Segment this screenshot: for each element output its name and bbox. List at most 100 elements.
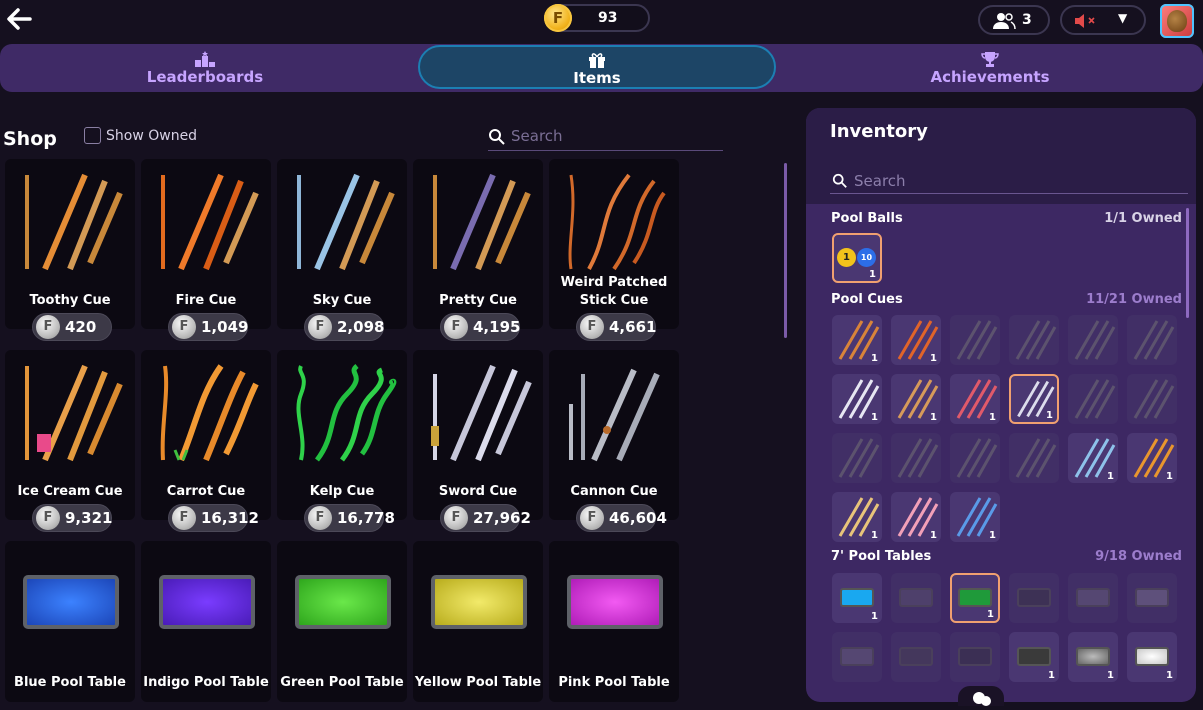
price-tag[interactable]: F 420 [32,313,112,341]
show-owned-checkbox[interactable] [84,127,101,144]
sound-toggle[interactable]: ▼ [1060,5,1146,35]
shop-item-card[interactable]: Indigo Pool Table [141,541,271,702]
inventory-slot-locked[interactable] [950,632,1000,682]
yellow-pool-table-image [431,575,527,629]
coin-balance: F 93 [544,4,650,32]
shop-item-card[interactable]: Sky Cue F 2,098 [277,159,407,341]
shop-item-card[interactable]: Fire Cue F 1,049 [141,159,271,341]
ball-10-icon: 10 [857,248,876,267]
silver-coin-icon: F [308,315,332,339]
price-value: 420 [65,318,97,336]
price-tag[interactable]: F 16,312 [168,504,259,532]
item-name: Cannon Cue [570,484,658,499]
inventory-slot-locked[interactable] [1068,315,1118,365]
price-tag[interactable]: F 46,604 [576,504,667,532]
price-value: 4,195 [473,318,521,336]
inventory-slot-locked[interactable] [1009,573,1059,623]
inventory-slot-locked[interactable] [950,315,1000,365]
inventory-slot[interactable]: 1 [891,492,941,542]
shop-item-card[interactable]: Kelp Cue F 16,778 [277,350,407,532]
price-tag[interactable]: F 4,661 [576,313,656,341]
tab-leaderboards[interactable]: Leaderboards [10,44,400,92]
inventory-slot-locked[interactable] [1009,315,1059,365]
price-tag[interactable]: F 1,049 [168,313,248,341]
inventory-slot-locked[interactable] [1009,433,1059,483]
inventory-slot-selected[interactable]: 1 [950,573,1000,623]
price-tag[interactable]: F 27,962 [440,504,531,532]
inventory-slot-locked[interactable] [1127,374,1177,424]
item-count: 1 [987,609,994,620]
shop-item-card[interactable]: Toothy Cue F 420 [5,159,135,341]
podium-icon [195,51,215,67]
inventory-slot[interactable]: 1 [1009,632,1059,682]
inventory-slot[interactable]: 1 [832,492,882,542]
item-count: 1 [871,412,878,423]
inventory-slot[interactable]: 1 [1068,632,1118,682]
item-name: Fire Cue [175,293,237,308]
inventory-slot[interactable]: 1 [950,492,1000,542]
silver-coin-icon: F [444,315,468,339]
inventory-slot-locked[interactable] [832,632,882,682]
inventory-slot[interactable]: 1 [832,374,882,424]
price-tag[interactable]: F 9,321 [32,504,112,532]
inventory-slot[interactable]: 1 [832,315,882,365]
inventory-slot-locked[interactable] [891,433,941,483]
inventory-slot-locked[interactable] [832,433,882,483]
silver-coin-icon: F [172,315,196,339]
price-tag[interactable]: F 16,778 [304,504,395,532]
inventory-slot[interactable]: 1 10 1 [832,233,882,283]
shop-item-card[interactable]: Cannon Cue F 46,604 [549,350,679,532]
shop-item-card[interactable]: Yellow Pool Table [413,541,543,702]
tab-achievements[interactable]: Achievements [795,44,1185,92]
pretty-cue-image [433,173,531,271]
silver-coin-icon: F [444,506,468,530]
inventory-slot[interactable]: 1 [1127,632,1177,682]
inventory-slot-locked[interactable] [950,433,1000,483]
avatar[interactable] [1160,4,1194,38]
carrot-cue-image [160,364,259,462]
item-name: Carrot Cue [166,484,246,499]
section-title: 7' Pool Tables [831,549,932,564]
shop-item-card[interactable]: Ice Cream Cue F 9,321 [5,350,135,532]
silver-coin-icon: F [172,506,196,530]
inventory-slot-locked[interactable] [1068,374,1118,424]
shop-scrollbar[interactable] [784,163,787,338]
inventory-slot-locked[interactable] [891,573,941,623]
friends-button[interactable]: 3 [978,5,1050,35]
shop-item-card[interactable]: Pretty Cue F 4,195 [413,159,543,341]
item-count: 1 [1107,471,1114,482]
inventory-search-input[interactable]: Search [830,169,1188,194]
inventory-slot[interactable]: 1 [1068,433,1118,483]
shop-item-card[interactable]: Carrot Cue F 16,312 [141,350,271,532]
inventory-slot[interactable]: 1 [950,374,1000,424]
inventory-scrollbar[interactable] [1186,208,1189,318]
price-tag[interactable]: F 2,098 [304,313,384,341]
gift-icon [589,53,605,68]
inventory-slot[interactable]: 1 [1127,433,1177,483]
inventory-slot[interactable]: 1 [832,573,882,623]
inventory-slot[interactable]: 1 [891,315,941,365]
item-name: Kelp Cue [309,484,375,499]
price-value: 27,962 [473,509,531,527]
inventory-slot-selected[interactable]: 1 [1009,374,1059,424]
item-name: Sky Cue [312,293,372,308]
item-count: 1 [930,412,937,423]
price-tag[interactable]: F 4,195 [440,313,520,341]
tab-items[interactable]: Items [418,45,776,89]
shop-item-card[interactable]: Weird Patched Stick Cue F 4,661 [549,159,679,341]
inventory-slot[interactable]: 1 [891,374,941,424]
shop-item-card[interactable]: Blue Pool Table [5,541,135,702]
inventory-slot-locked[interactable] [891,632,941,682]
back-arrow-icon[interactable] [4,4,34,34]
inventory-slot-locked[interactable] [1127,573,1177,623]
shop-item-card[interactable]: Green Pool Table [277,541,407,702]
search-placeholder: Search [511,127,563,145]
shop-item-card[interactable]: Pink Pool Table [549,541,679,702]
inventory-slot-locked[interactable] [1068,573,1118,623]
chat-button[interactable] [958,686,1004,706]
inventory-slot-locked[interactable] [1127,315,1177,365]
owned-count: 1/1 Owned [1104,211,1182,226]
coin-count: 93 [598,10,618,26]
shop-item-card[interactable]: Sword Cue F 27,962 [413,350,543,532]
shop-search-input[interactable]: Search [488,125,723,151]
